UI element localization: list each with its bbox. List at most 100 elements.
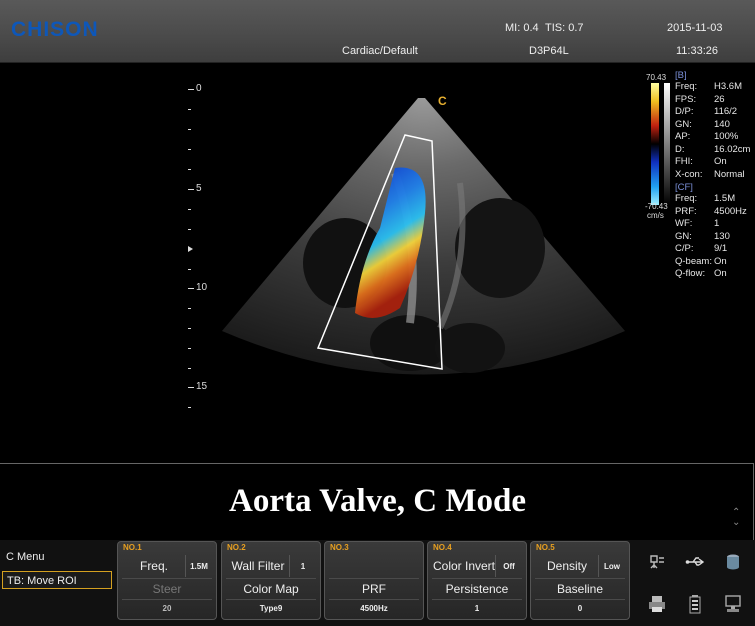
param-key: FPS: (675, 93, 697, 105)
param-row: WF: 1 (675, 218, 750, 231)
knob-value: 1 (474, 604, 480, 613)
param-key: Q-flow: (675, 268, 706, 279)
param-row: Freq: H3.6M (675, 81, 750, 94)
param-value: 1.5M (714, 193, 736, 204)
param-row: D: 16.02cm (675, 144, 750, 157)
knob-panel-4[interactable]: NO.4 Color Invert Off Persistence 1 (427, 541, 527, 620)
knob-top-label[interactable]: Wall Filter (226, 555, 290, 577)
probe-orientation-marker: C (438, 94, 447, 108)
depth-ruler: 0 5 10 15 (185, 83, 215, 419)
knob-mid-label[interactable]: Color Map (226, 579, 316, 599)
knob-top-value: 1.5M (185, 555, 212, 577)
param-key: D: (675, 143, 685, 155)
param-row: Freq: 1.5M (675, 193, 750, 206)
param-row: GN: 140 (675, 119, 750, 132)
gray-scale-bar (664, 83, 670, 205)
param-row: X-con: Normal (675, 169, 750, 182)
monitor-icon[interactable] (723, 594, 743, 614)
knob-top-value: 1 (289, 555, 316, 577)
knob-panel-1[interactable]: NO.1 Freq. 1.5M Steer 20 (117, 541, 217, 620)
knob-mid-label[interactable]: Persistence (432, 579, 522, 599)
params-panel: [B] Freq: H3.6M FPS: 26 D/P: 116/2 GN: 140 AP: 10… (675, 70, 750, 281)
printer-icon[interactable] (647, 594, 667, 614)
knob-top-label[interactable]: Color Invert (432, 555, 496, 577)
cf-mode-header: [CF] (675, 182, 693, 193)
knob-top-label[interactable]: Freq. (122, 555, 186, 577)
echo-sector (222, 83, 670, 375)
knob-value: 4500Hz (360, 604, 388, 613)
param-row: C/P: 9/1 (675, 243, 750, 256)
param-row: PRF: 4500Hz (675, 206, 750, 219)
depth-label: 15 (196, 381, 208, 392)
panel-number: NO.1 (123, 543, 142, 552)
param-key: X-con: (675, 168, 703, 180)
preset-readout: Cardiac/Default (342, 45, 418, 57)
knob-mid-label[interactable]: Baseline (535, 579, 625, 599)
param-value: 26 (714, 93, 725, 105)
knob-top-label[interactable]: Density (535, 555, 599, 577)
param-row: Q-beam: On (675, 256, 750, 269)
depth-label: 0 (196, 83, 202, 94)
ultrasound-image[interactable]: C 0 5 10 15 70.43 -70.43 cm/s [B] Freq: H… (0, 63, 755, 463)
param-key: C/P: (675, 243, 694, 254)
brand-logo: CHISON (11, 18, 99, 41)
knob-top-label[interactable] (329, 555, 419, 577)
knob-panel-2[interactable]: NO.2 Wall Filter 1 Color Map Type9 (221, 541, 321, 620)
param-key: FHI: (675, 156, 693, 167)
depth-label: 5 (196, 183, 202, 194)
knob-mid-label[interactable]: PRF (329, 579, 419, 599)
knob-value: 0 (577, 604, 583, 613)
param-row: D/P: 116/2 (675, 106, 750, 119)
velocity-unit: cm/s (647, 211, 664, 220)
trackball-mode[interactable]: TB: Move ROI (2, 571, 112, 589)
param-value: 1 (714, 218, 720, 229)
param-key: AP: (675, 131, 691, 142)
param-value: 9/1 (714, 243, 728, 254)
scroll-arrows-icon[interactable]: ⌃ ⌄ (732, 508, 740, 528)
param-row: FHI: On (675, 156, 750, 169)
param-value: On (714, 156, 727, 167)
usb-icon[interactable] (685, 552, 705, 572)
param-key: D/P: (675, 106, 694, 117)
knob-mid-label[interactable]: Steer (122, 579, 212, 599)
knob-value: Type9 (259, 604, 283, 613)
param-value: On (714, 255, 727, 267)
b-mode-header: [B] (675, 70, 687, 81)
knob-top-value: Off (495, 555, 522, 577)
knob-panel-5[interactable]: NO.5 Density Low Baseline 0 (530, 541, 630, 620)
knob-value: 20 (162, 604, 172, 613)
time-readout: 11:33:26 (676, 45, 719, 57)
probe-icon[interactable] (647, 552, 667, 572)
depth-label: 10 (196, 282, 208, 293)
param-value: 100% (714, 131, 739, 142)
mi-readout: MI: 0.4 (505, 22, 539, 34)
panel-number: NO.3 (330, 543, 349, 552)
system-icons (647, 552, 747, 618)
knob-panel-3[interactable]: NO.3 PRF 4500Hz (324, 541, 424, 620)
panel-number: NO.2 (227, 543, 246, 552)
probe-readout: D3P64L (529, 45, 569, 57)
header-bar: CHISON MI: 0.4 TIS: 0.7 2015-11-03 Cardi… (0, 0, 755, 63)
velocity-max: 70.43 (646, 73, 667, 82)
focus-marker-icon (188, 246, 193, 252)
panel-number: NO.4 (433, 543, 452, 552)
param-row: AP: 100% (675, 131, 750, 144)
knob-top-value: Low (598, 555, 625, 577)
param-row: FPS: 26 (675, 94, 750, 107)
param-value: H3.6M (714, 81, 742, 92)
velocity-color-bar (651, 83, 659, 205)
param-key: WF: (675, 218, 693, 229)
param-key: PRF: (675, 205, 697, 217)
param-key: Freq: (675, 81, 698, 92)
param-key: GN: (675, 230, 692, 242)
velocity-min: -70.43 (645, 202, 668, 211)
storage-icon[interactable] (723, 552, 743, 572)
param-value: 140 (714, 118, 730, 130)
param-key: Freq: (675, 193, 698, 204)
tis-readout: TIS: 0.7 (545, 22, 584, 34)
panel-number: NO.5 (536, 543, 555, 552)
param-value: 130 (714, 230, 730, 242)
param-key: Q-beam: (675, 255, 712, 267)
param-key: GN: (675, 118, 692, 130)
param-row: Q-flow: On (675, 268, 750, 281)
